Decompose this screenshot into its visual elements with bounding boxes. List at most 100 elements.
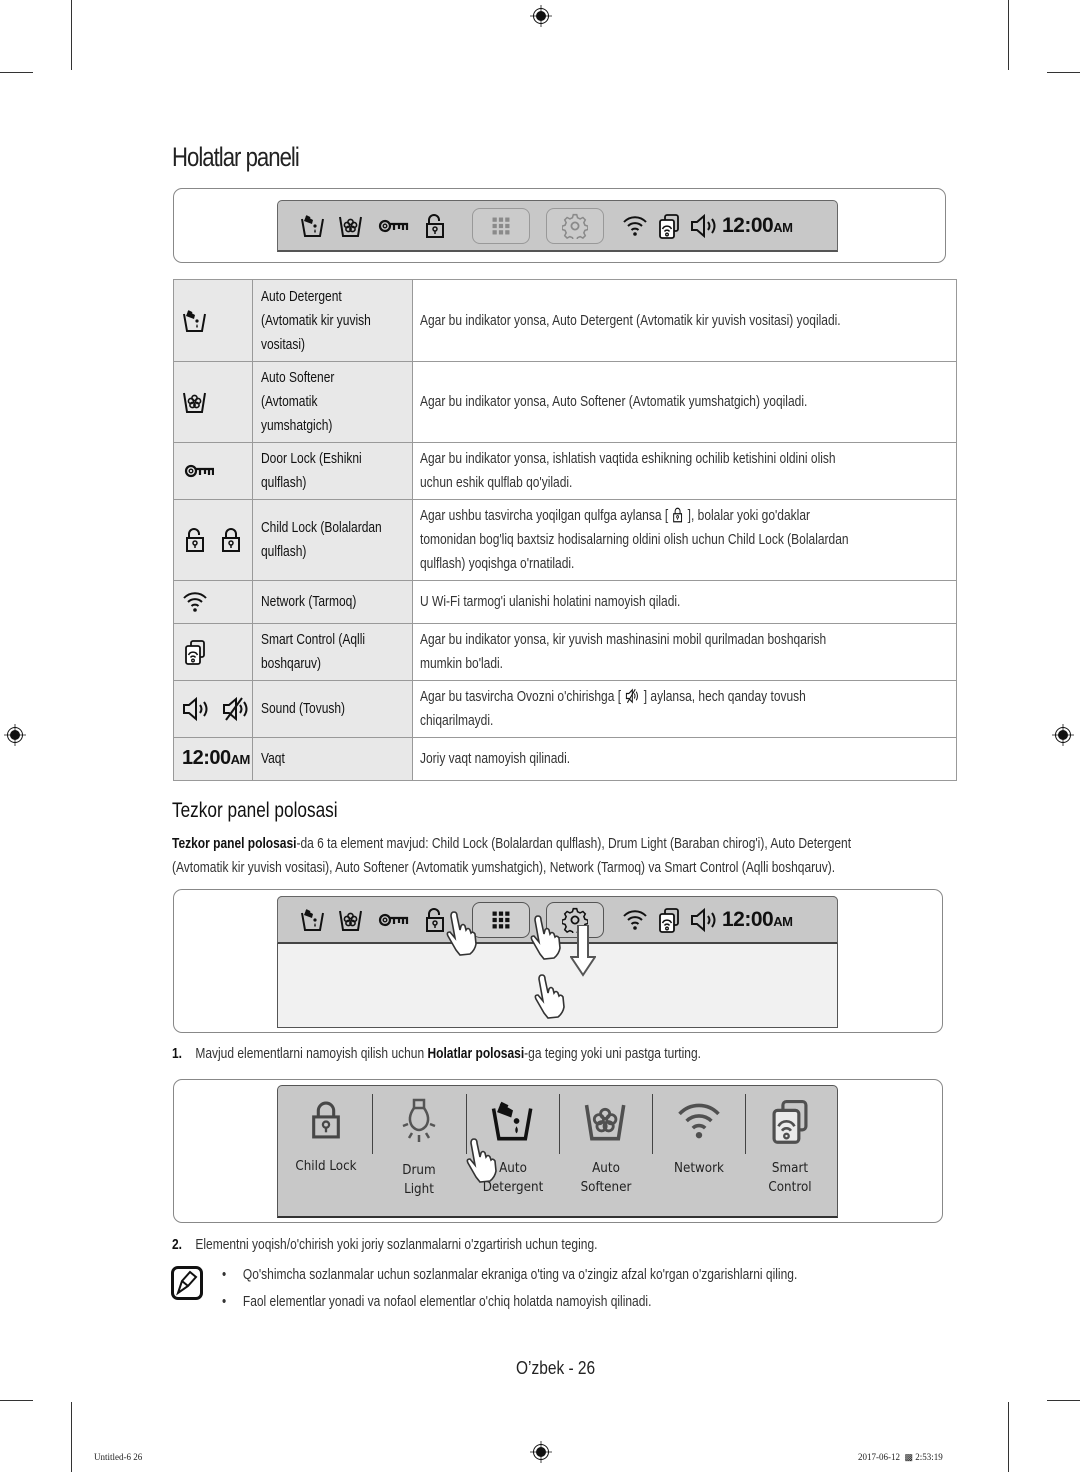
step-1: 1. Mavjud elementlarni namoyish qilish u… [172,1045,701,1062]
quick-panel: Child Lock Drum Light Auto Detergent Auto S… [277,1085,838,1218]
table-row: Auto Softener (Avtomatik yumshatgich) Agar… [173,361,957,443]
grid-icon [490,909,512,931]
table-row: Door Lock (Eshikni qulflash) Agar bu indi… [173,442,957,500]
auto-softener-icon [583,1096,629,1146]
quick-panel-item-child-lock[interactable]: Child Lock [280,1086,372,1214]
status-bar: 12:00AM [277,200,838,252]
quick-panel-label: Network [674,1161,724,1176]
crop-mark [1008,0,1009,70]
quick-panel-label: Drum Light [402,1163,436,1197]
sound-icon[interactable] [690,907,720,933]
auto-detergent-icon[interactable] [300,213,326,239]
sound-on-icon [182,696,212,722]
note-icon [171,1266,203,1300]
quick-panel-label: Auto Softener [580,1161,632,1195]
clock-suffix: AM [773,219,793,235]
section-title: Tezkor panel polosasi [172,799,338,822]
registration-mark-icon [4,724,26,746]
door-lock-icon[interactable] [376,907,410,933]
indicator-name: Network (Tarmoq) [261,593,357,610]
print-file-label: Untitled-6 26 [94,1452,143,1462]
sound-icon[interactable] [690,213,720,239]
table-row: 12:00AM Vaqt Joriy vaqt namoyish qilinad… [173,737,957,781]
intro-bold: Tezkor panel polosasi [172,835,297,852]
crop-mark [1047,72,1080,73]
auto-detergent-icon [182,308,208,334]
registration-mark-icon [1052,724,1074,746]
settings-button[interactable] [546,207,604,244]
quick-panel-item-network[interactable]: Network [653,1086,745,1214]
indicator-description: Agar bu indikator yonsa, kir yuvish mash… [419,631,827,672]
quick-panel-item-smart-control[interactable]: Smart Control [744,1086,836,1214]
smart-control-icon [767,1096,813,1146]
auto-detergent-icon[interactable] [300,907,326,933]
quick-panel-label: Smart Control [768,1161,812,1195]
indicator-name: Smart Control (Aqlli boshqaruv) [261,631,366,672]
smart-control-icon [182,639,208,665]
smart-control-icon[interactable] [656,907,682,933]
indicator-table: Auto Detergent (Avtomatik kir yuvish vosit… [173,279,957,781]
lock-icon [671,507,684,523]
crop-mark [0,72,33,73]
indicator-name: Sound (Tovush) [261,700,346,717]
clock-display: 12:00AM [182,747,250,769]
indicator-description: Agar bu tasvircha Ovozni o'chirishga [ ]… [419,688,806,729]
indicator-name: Vaqt [261,750,285,767]
indicator-description: Agar bu indikator yonsa, Auto Detergent … [419,311,841,329]
quick-panel-grid-button[interactable] [472,207,530,244]
table-row: Child Lock (Bolalardan qulflash) Agar ush… [173,499,957,581]
swipe-hand-icon [530,968,570,1020]
tap-hand-icon [442,905,482,957]
child-lock-unlocked-icon [182,527,208,553]
wifi-network-icon[interactable] [622,213,648,239]
registration-mark-icon [530,1441,552,1463]
indicator-name: Door Lock (Eshikni qulflash) [261,450,362,491]
indicator-description: Joriy vaqt namoyish qilinadi. [419,750,570,767]
crop-mark [0,1400,33,1401]
note-bullet: • Qo'shimcha sozlanmalar uchun sozlanmal… [222,1266,798,1283]
page-number: O’zbek - 26 [516,1358,596,1378]
intro-paragraph: Tezkor panel polosasi-da 6 ta element ma… [172,835,852,876]
network-icon [676,1096,722,1146]
drum-light-icon [397,1096,441,1148]
wifi-network-icon [182,589,208,615]
table-row: Sound (Tovush) Agar bu tasvircha Ovozni … [173,680,957,738]
table-row: Network (Tarmoq) U Wi-Fi tarmog'i ulanis… [173,580,957,624]
door-lock-icon [182,458,216,484]
quick-panel-item-drum-light[interactable]: Drum Light [373,1086,465,1214]
child-lock-unlocked-icon[interactable] [422,213,448,239]
crop-mark [1047,1400,1080,1401]
auto-softener-icon[interactable] [338,213,364,239]
registration-mark-icon [530,5,552,27]
quick-panel-label: Child Lock [295,1159,357,1174]
auto-softener-icon[interactable] [338,907,364,933]
sound-muted-icon [624,688,640,704]
indicator-name: Child Lock (Bolalardan qulflash) [261,519,382,560]
clock-time: 12:00 [722,213,774,237]
swipe-down-arrow-icon [570,925,596,977]
step-2: 2. Elementni yoqish/o'chirish yoki joriy… [172,1236,598,1253]
indicator-description: Agar bu indikator yonsa, Auto Softener (… [419,393,808,410]
table-row: Auto Detergent (Avtomatik kir yuvish vosit… [173,279,957,362]
indicator-name: Auto Detergent (Avtomatik kir yuvish vosit… [261,287,371,353]
grid-icon [490,215,512,237]
auto-softener-icon [182,389,208,415]
tap-hand-icon [526,910,566,960]
clock-display: 12:00AM [722,907,793,931]
wifi-network-icon[interactable] [622,907,648,933]
indicator-description: Agar ushbu tasvircha yoqilgan qulfga ayl… [419,507,849,572]
page-title: Holatlar paneli [172,142,300,172]
child-lock-locked-icon [218,527,244,553]
indicator-name: Auto Softener (Avtomatik yumshatgich) [261,369,335,434]
door-lock-icon[interactable] [376,213,410,239]
clock-display: 12:00AM [722,213,793,238]
quick-panel-item-auto-softener[interactable]: Auto Softener [560,1086,652,1214]
child-lock-icon [306,1096,346,1144]
table-row: Smart Control (Aqlli boshqaruv) Agar bu i… [173,623,957,681]
indicator-description: U Wi-Fi tarmog'i ulanishi holatini namoy… [419,593,681,610]
pencil-icon [176,1270,198,1296]
crop-mark [1008,1402,1009,1472]
print-timestamp: 2017-06-12 ▩ 2:53:19 [858,1452,943,1462]
smart-control-icon[interactable] [656,213,682,239]
indicator-description: Agar bu indikator yonsa, ishlatish vaqti… [419,450,836,491]
